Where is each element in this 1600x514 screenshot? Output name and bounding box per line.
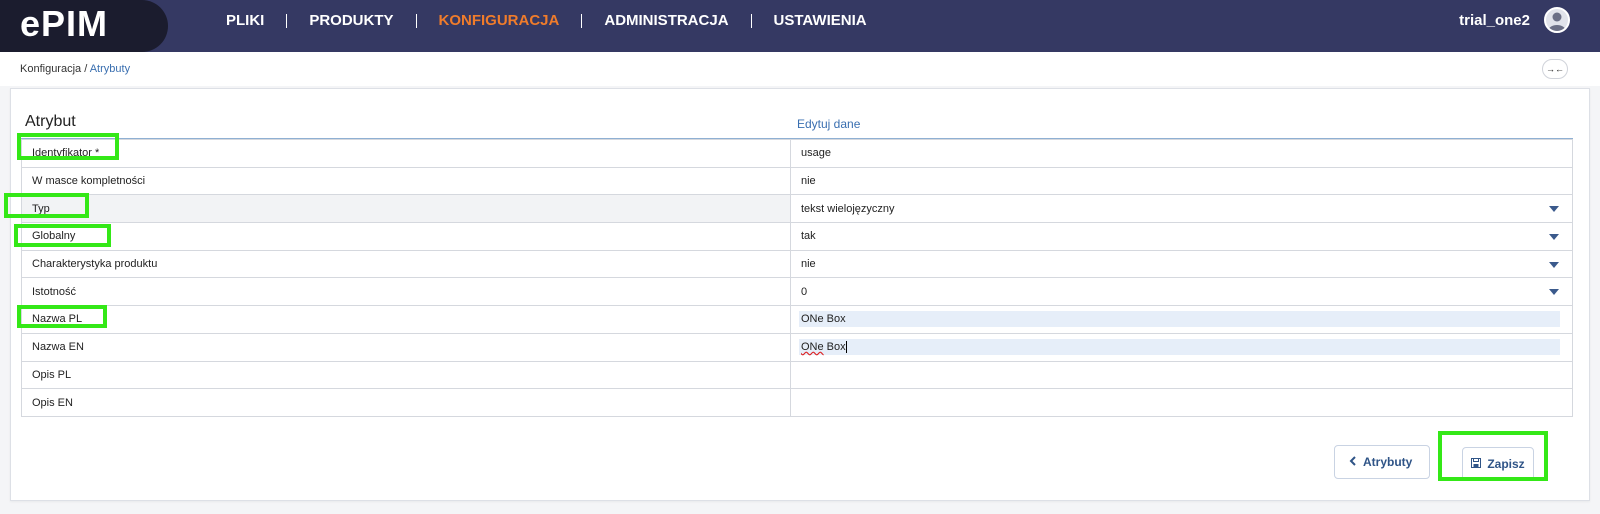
breadcrumb-bar: Konfiguracja / Atrybuty →← bbox=[0, 52, 1600, 86]
panel-title: Atrybut bbox=[25, 113, 76, 130]
chevron-left-icon bbox=[1349, 455, 1357, 469]
nazwa-en-cell: ONe Box bbox=[790, 332, 1573, 362]
edit-data-label: Edytuj dane bbox=[797, 117, 861, 131]
row-label-nazwa-en: Nazwa EN bbox=[21, 332, 791, 362]
highlight-identyfikator bbox=[17, 133, 119, 160]
attribute-panel: Atrybut Edytuj dane Identyfikator * usag… bbox=[10, 88, 1590, 501]
table-row: Typ tekst wielojęzyczny bbox=[21, 194, 1573, 224]
row-label-opis-pl: Opis PL bbox=[21, 360, 791, 390]
istotnosc-select[interactable]: 0 bbox=[790, 277, 1573, 307]
table-row: Istotność 0 bbox=[21, 277, 1573, 307]
row-label-opis-en: Opis EN bbox=[21, 388, 791, 417]
row-label-identyfikator: Identyfikator * bbox=[21, 139, 791, 168]
identyfikator-field[interactable]: usage bbox=[790, 139, 1573, 168]
highlight-nazwa-pl bbox=[17, 305, 107, 328]
nazwa-pl-cell: ONe Box bbox=[790, 305, 1573, 334]
table-row: Opis EN bbox=[21, 388, 1573, 417]
chevron-down-icon[interactable] bbox=[1549, 206, 1559, 213]
collapse-toggle-icon[interactable]: →← bbox=[1542, 59, 1568, 79]
nav-item-konfiguracja[interactable]: KONFIGURACJA bbox=[415, 13, 582, 28]
user-avatar-icon[interactable] bbox=[1544, 7, 1570, 33]
logo-container[interactable]: ePIM bbox=[0, 0, 168, 52]
row-label-maska: W masce kompletności bbox=[21, 166, 791, 196]
typ-value: tekst wielojęzyczny bbox=[801, 202, 895, 215]
charakterystyka-select[interactable]: nie bbox=[790, 249, 1573, 279]
row-label-nazwa-pl: Nazwa PL bbox=[21, 305, 791, 334]
highlight-typ bbox=[4, 193, 89, 218]
opis-pl-field[interactable] bbox=[790, 360, 1573, 390]
nazwa-en-word: Box bbox=[823, 340, 847, 353]
row-label-charakterystyka: Charakterystyka produktu bbox=[21, 249, 791, 279]
attribute-table: Identyfikator * usage W masce kompletnoś… bbox=[21, 139, 1573, 417]
epim-logo: ePIM bbox=[20, 3, 109, 44]
typ-select[interactable]: tekst wielojęzyczny bbox=[790, 194, 1573, 224]
globalny-value: tak bbox=[801, 230, 816, 243]
table-row: Globalny tak bbox=[21, 222, 1573, 251]
table-row: W masce kompletności nie bbox=[21, 166, 1573, 196]
user-name[interactable]: trial_one2 bbox=[1459, 12, 1530, 29]
nav-item-pliki[interactable]: PLIKI bbox=[208, 13, 286, 28]
breadcrumb-parent[interactable]: Konfiguracja bbox=[20, 63, 81, 75]
chevron-down-icon[interactable] bbox=[1549, 261, 1559, 268]
breadcrumb: Konfiguracja / Atrybuty bbox=[20, 63, 130, 75]
nav-item-ustawienia[interactable]: USTAWIENIA bbox=[750, 13, 889, 28]
back-button-label: Atrybuty bbox=[1363, 455, 1413, 469]
row-label-typ: Typ bbox=[21, 194, 791, 224]
istotnosc-value: 0 bbox=[801, 285, 808, 298]
table-row: Identyfikator * usage bbox=[21, 139, 1573, 168]
chevron-down-icon[interactable] bbox=[1549, 289, 1559, 296]
table-row: Opis PL bbox=[21, 360, 1573, 390]
top-navbar: ePIM PLIKI PRODUKTY KONFIGURACJA ADMINIS… bbox=[0, 0, 1600, 52]
nazwa-pl-input[interactable]: ONe Box bbox=[799, 311, 1560, 328]
back-to-attributes-button[interactable]: Atrybuty bbox=[1334, 445, 1430, 479]
nazwa-en-word-misspelled: ONe bbox=[801, 340, 824, 353]
globalny-select[interactable]: tak bbox=[790, 222, 1573, 251]
table-row: Nazwa EN ONe Box bbox=[21, 332, 1573, 362]
breadcrumb-current[interactable]: Atrybuty bbox=[90, 63, 130, 75]
breadcrumb-separator: / bbox=[81, 63, 90, 75]
row-label-globalny: Globalny bbox=[21, 222, 791, 251]
table-row: Nazwa PL ONe Box bbox=[21, 305, 1573, 334]
main-nav: PLIKI PRODUKTY KONFIGURACJA ADMINISTRACJ… bbox=[208, 0, 889, 42]
table-row: Charakterystyka produktu nie bbox=[21, 249, 1573, 279]
highlight-save-button bbox=[1438, 431, 1548, 481]
row-label-istotnosc: Istotność bbox=[21, 277, 791, 307]
nazwa-en-input[interactable]: ONe Box bbox=[799, 338, 1560, 355]
highlight-globalny bbox=[14, 224, 111, 247]
nav-item-produkty[interactable]: PRODUKTY bbox=[286, 13, 415, 28]
opis-en-field[interactable] bbox=[790, 388, 1573, 417]
charakterystyka-value: nie bbox=[801, 258, 816, 271]
maska-field[interactable]: nie bbox=[790, 166, 1573, 196]
chevron-down-icon[interactable] bbox=[1549, 234, 1559, 241]
nav-item-administracja[interactable]: ADMINISTRACJA bbox=[581, 13, 750, 28]
